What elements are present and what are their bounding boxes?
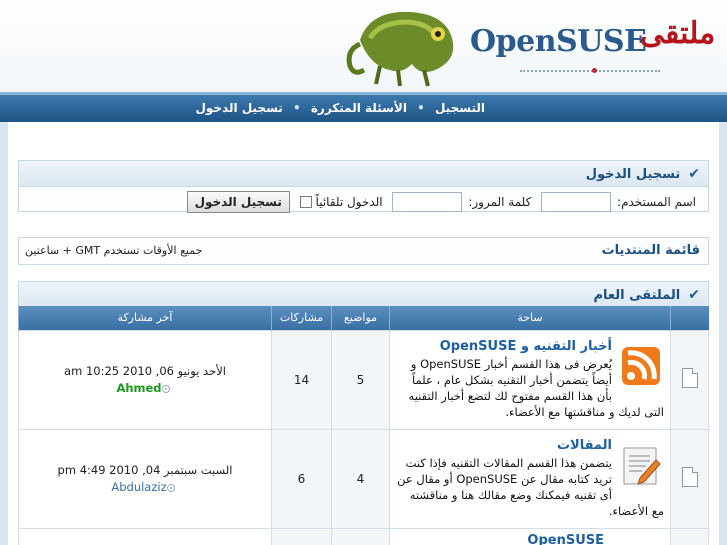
last-post-date: الأحد يونيو 06, 2010 10:25 am [64, 364, 226, 378]
forum-title-link[interactable]: OpenSUSE [396, 533, 604, 545]
nav-faq[interactable]: الأسئلة المتكررة [311, 101, 407, 115]
status-column-header [670, 306, 709, 330]
forum-column-header: ساحة [389, 306, 671, 330]
login-box: ✔ تسجيل الدخول اسم المستخدم: كلمة المرور:… [18, 160, 709, 215]
remember-label: الدخول تلقائياً [315, 195, 383, 209]
posts-count [271, 527, 332, 545]
checkmark-icon: ✔ [688, 287, 700, 303]
login-button[interactable]: تسجيل الدخول [186, 191, 290, 213]
last-post-user[interactable]: Ahmed [116, 381, 161, 395]
nav-separator: • [292, 101, 301, 115]
posts-count: 14 [271, 329, 332, 430]
username-label: اسم المستخدم: [617, 195, 696, 209]
status-cell [670, 527, 709, 545]
nav-links: التسجيل • الأسئلة المتكررة • تسجيل الدخو… [0, 95, 727, 121]
checkmark-icon: ✔ [688, 166, 700, 182]
remember-checkbox[interactable] [299, 196, 312, 208]
status-cell [670, 329, 709, 430]
posts-column-header: مشاركات [271, 306, 332, 330]
login-form: اسم المستخدم: كلمة المرور: الدخول تلقائي… [19, 187, 708, 215]
nav-login[interactable]: تسجيل الدخول [196, 101, 283, 115]
forum-cell: أخبار التقنيه و OpenSUSE يُعرض فى هذا ال… [389, 329, 671, 430]
site-header: OpenSUSE ملتقى [0, 0, 727, 92]
status-cell [670, 428, 709, 529]
category-box: ✔ الملتقى العام [18, 281, 709, 308]
last-post-user[interactable]: Abdulaziz [111, 480, 166, 494]
last-post-date: السبت سبتمبر 04, 2010 4:49 pm [57, 463, 233, 477]
nav-register[interactable]: التسجيل [435, 101, 485, 115]
logo-arabic[interactable]: ملتقى [640, 16, 715, 51]
table-header-row: ساحة مواضيع مشاركات آخر مشاركة [18, 306, 709, 330]
last-post-cell: السبت سبتمبر 04, 2010 4:49 pm Abdulaziz [18, 428, 272, 529]
logo-dot [592, 68, 597, 73]
goto-post-icon[interactable] [161, 384, 170, 393]
topics-count: 4 [331, 428, 390, 529]
page-border-right [719, 122, 727, 545]
nav-separator: • [417, 101, 425, 115]
article-icon [623, 447, 661, 485]
forum-cell: المقالات يتضمن هذا القسم المقالات التقني… [389, 428, 671, 529]
topics-count: 5 [331, 329, 390, 430]
category-title[interactable]: الملتقى العام [593, 288, 680, 303]
password-input[interactable] [392, 192, 463, 212]
posts-count: 6 [271, 428, 332, 529]
last-post-column-header: آخر مشاركة [18, 306, 272, 330]
category-header: ✔ الملتقى العام [19, 282, 708, 308]
table-row: المقالات يتضمن هذا القسم المقالات التقني… [18, 428, 709, 529]
table-row: أخبار التقنيه و OpenSUSE يُعرض فى هذا ال… [18, 329, 709, 430]
chameleon-logo-icon [346, 11, 454, 87]
timezone-note: جميع الأوقات تستخدم GMT + ساعتين [25, 244, 203, 257]
rss-icon [622, 347, 660, 385]
last-post-cell [18, 527, 272, 545]
last-post-cell: الأحد يونيو 06, 2010 10:25 am Ahmed [18, 329, 272, 430]
username-input[interactable] [541, 192, 612, 212]
forum-index-title[interactable]: قائمة المنتديات [602, 243, 700, 258]
navbar: التسجيل • الأسئلة المتكررة • تسجيل الدخو… [0, 92, 727, 122]
logo-underline [520, 70, 660, 72]
password-label: كلمة المرور: [468, 195, 532, 209]
goto-post-icon[interactable] [166, 483, 175, 492]
forum-index-box: قائمة المنتديات جميع الأوقات تستخدم GMT … [18, 237, 709, 265]
page-border-left [0, 122, 8, 545]
no-new-posts-icon [681, 368, 698, 388]
forum-table: ساحة مواضيع مشاركات آخر مشاركة أخبار الت… [18, 306, 709, 545]
topics-column-header: مواضيع [331, 306, 390, 330]
forum-cell: OpenSUSE [389, 527, 671, 545]
login-header: ✔ تسجيل الدخول [19, 161, 708, 187]
logo-text[interactable]: OpenSUSE [470, 24, 647, 59]
table-row: OpenSUSE [18, 527, 709, 545]
login-title[interactable]: تسجيل الدخول [586, 167, 681, 182]
no-new-posts-icon [681, 467, 698, 487]
topics-count [331, 527, 390, 545]
